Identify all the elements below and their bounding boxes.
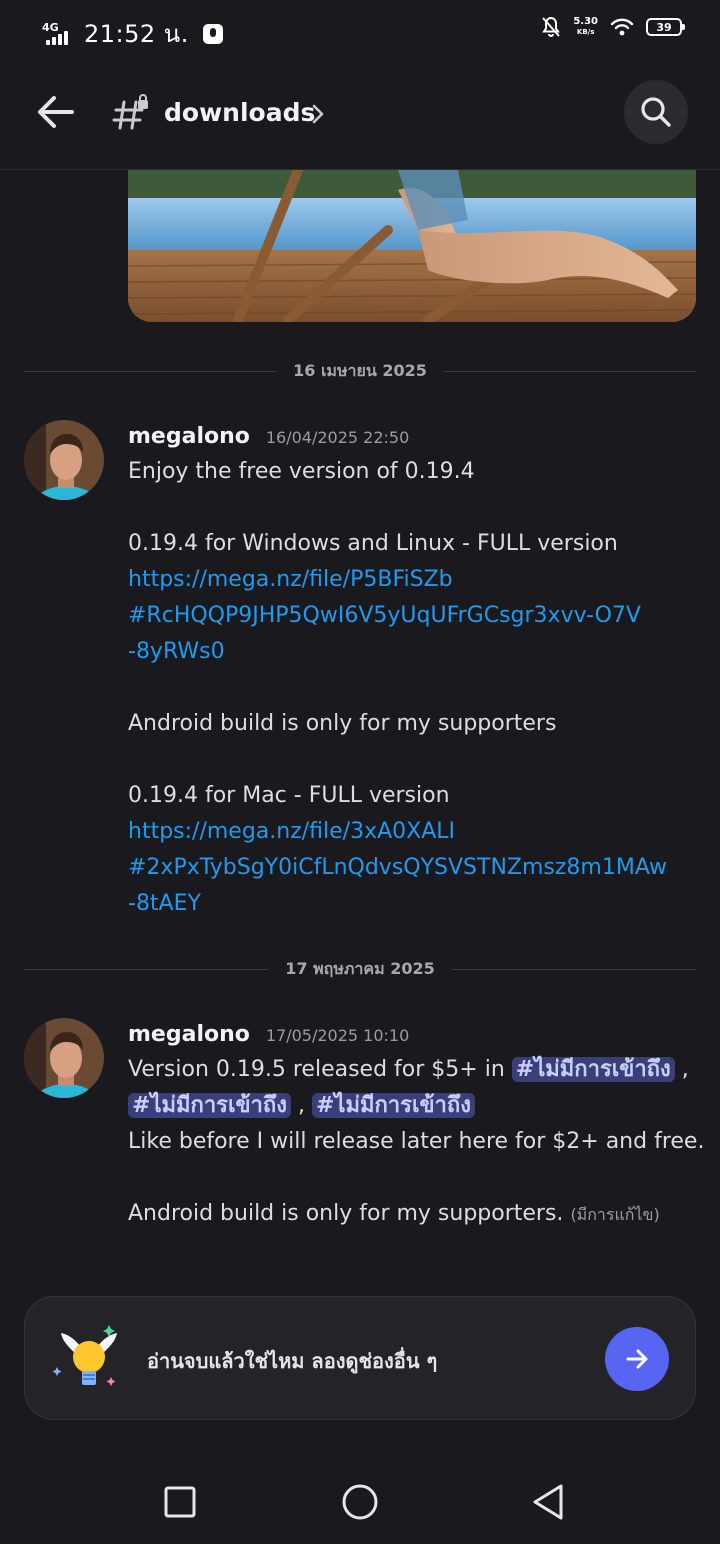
download-link[interactable]: https://mega.nz/file/3xA0XALI <box>128 814 696 850</box>
message-text: Enjoy the free version of 0.19.4 <box>128 459 475 484</box>
date-divider: 16 เมษายน 2025 <box>24 359 697 383</box>
message-text: 0.19.4 for Windows and Linux - FULL vers… <box>128 531 618 556</box>
clock: 21:52 น. <box>84 20 189 48</box>
arrow-right-icon <box>626 1349 648 1369</box>
date-divider: 17 พฤษภาคม 2025 <box>24 957 696 981</box>
mic-icon <box>202 23 223 44</box>
image-attachment[interactable] <box>128 170 696 322</box>
search-icon <box>641 97 671 127</box>
square-icon <box>164 1486 196 1518</box>
battery-level: 39 <box>656 20 672 34</box>
battery-icon: 39 <box>646 18 685 36</box>
timestamp: 16/04/2025 22:50 <box>265 428 410 447</box>
message-text: Version 0.19.5 released for $5+ in #ไม่ม… <box>128 1052 696 1088</box>
divider-date: 16 เมษายน 2025 <box>293 360 427 380</box>
author-name[interactable]: megalono <box>128 424 250 449</box>
message-text: Android build is only for my supporters.… <box>128 1196 696 1233</box>
channel-mention[interactable]: #ไม่มีการเข้าถึง <box>311 1093 475 1118</box>
go-next-channel-button[interactable] <box>605 1327 669 1391</box>
mute-notification-icon <box>542 16 561 37</box>
message-text-part: Version 0.19.5 released for $5+ in <box>128 1057 505 1082</box>
status-bar: 4G 21:52 น. 5.30 KB/s 39 <box>0 0 720 58</box>
download-link-cont[interactable]: -8yRWs0 <box>128 634 696 670</box>
download-link-cont[interactable]: -8tAEY <box>128 886 696 922</box>
locked-hash-icon <box>112 94 152 134</box>
channel-name[interactable]: downloads <box>164 98 315 127</box>
recents-button[interactable] <box>158 1480 202 1524</box>
message-text: Like before I will release later here fo… <box>128 1129 705 1154</box>
message-text-part: Android build is only for my supporters. <box>128 1201 564 1226</box>
next-channel-card[interactable]: อ่านจบแล้วใช่ไหม ลองดูช่องอื่น ๆ <box>24 1296 696 1420</box>
divider-date: 17 พฤษภาคม 2025 <box>285 958 435 978</box>
back-nav-button[interactable] <box>526 1480 570 1524</box>
channel-mention[interactable]: #ไม่มีการเข้าถึง <box>511 1057 675 1082</box>
home-button[interactable] <box>338 1480 382 1524</box>
winged-lightbulb-icon <box>51 1319 127 1395</box>
circle-icon <box>342 1484 378 1520</box>
author-name[interactable]: megalono <box>128 1022 250 1047</box>
wifi-icon <box>610 18 634 36</box>
message-text: #ไม่มีการเข้าถึง , #ไม่มีการเข้าถึง <box>128 1088 696 1124</box>
chevron-right-icon[interactable] <box>308 100 328 128</box>
channel-mention[interactable]: #ไม่มีการเข้าถึง <box>128 1093 291 1118</box>
separator: , <box>297 1093 305 1118</box>
cellular-signal-icon: 4G <box>42 21 76 47</box>
timestamp: 17/05/2025 10:10 <box>265 1026 410 1045</box>
separator: , <box>681 1057 689 1082</box>
card-text: อ่านจบแล้วใช่ไหม ลองดูช่องอื่น ๆ <box>147 1349 438 1373</box>
message-text: 0.19.4 for Mac - FULL version <box>128 783 450 808</box>
download-link[interactable]: https://mega.nz/file/P5BFiSZb <box>128 562 696 598</box>
back-button[interactable] <box>32 88 80 136</box>
arrow-left-icon <box>38 96 74 128</box>
network-speed: 5.30 KB/s <box>573 17 598 37</box>
search-button[interactable] <box>624 80 688 144</box>
message-text: Android build is only for my supporters <box>128 711 557 736</box>
download-link-cont[interactable]: #2xPxTybSgY0iCfLnQdvsQYSVSTNZmsz8m1MAw <box>128 850 696 886</box>
triangle-back-icon <box>533 1484 563 1520</box>
channel-header: downloads <box>0 58 720 170</box>
edited-label: (มีการแก้ไข) <box>570 1205 660 1224</box>
avatar[interactable] <box>24 420 104 500</box>
speed-value: 5.30 <box>573 16 598 27</box>
system-nav-bar <box>0 1460 720 1544</box>
download-link-cont[interactable]: #RcHQQP9JHP5QwI6V5yUqUFrGCsgr3xvv-O7V <box>128 598 696 634</box>
avatar[interactable] <box>24 1018 104 1098</box>
speed-unit: KB/s <box>576 28 595 36</box>
